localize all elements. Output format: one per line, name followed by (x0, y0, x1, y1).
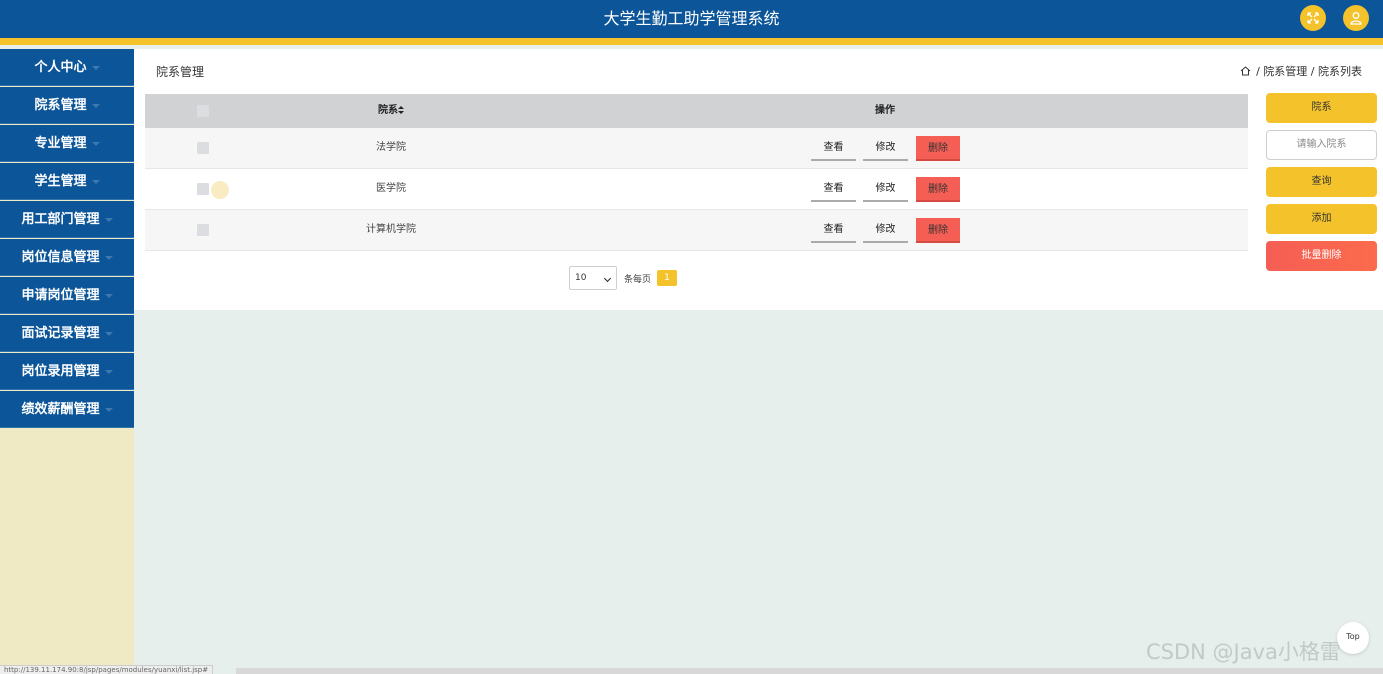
sidebar-item-label: 面试记录管理 (21, 326, 100, 341)
sidebar-item-label: 学生管理 (34, 174, 87, 189)
chevron-down-icon (91, 179, 100, 184)
sort-icon[interactable] (398, 106, 404, 114)
sidebar-item-majors[interactable]: 专业管理 (0, 125, 134, 162)
table-row: 法学院 查看 修改 删除 (145, 128, 1248, 169)
sidebar-item-label: 岗位录用管理 (21, 364, 100, 379)
breadcrumb-separator: / (1256, 65, 1260, 78)
department-cell: 法学院 (376, 142, 406, 153)
row-checkbox[interactable] (197, 142, 209, 154)
status-bar-url: http://139.11.174.90:8/jsp/pages/modules… (0, 665, 214, 674)
row-checkbox[interactable] (197, 224, 209, 236)
page-number-current[interactable]: 1 (657, 270, 677, 286)
chevron-down-icon (104, 331, 113, 336)
chevron-down-icon (104, 217, 113, 222)
edit-button[interactable]: 修改 (863, 218, 908, 243)
chevron-down-icon (603, 274, 612, 283)
delete-button[interactable]: 删除 (916, 218, 960, 243)
breadcrumb: / 院系管理 / 院系列表 (1240, 63, 1362, 79)
sidebar-item-label: 申请岗位管理 (21, 288, 100, 303)
horizontal-scrollbar[interactable] (236, 668, 1383, 674)
expand-icon (1307, 12, 1319, 24)
chevron-down-icon (91, 65, 100, 70)
column-header-actions: 操作 (875, 105, 895, 116)
sidebar-item-students[interactable]: 学生管理 (0, 163, 134, 200)
back-to-top-button[interactable]: Top (1337, 622, 1369, 654)
table-row: 计算机学院 查看 修改 删除 (145, 210, 1248, 251)
breadcrumb-separator: / (1310, 65, 1315, 78)
batch-delete-button[interactable]: 批量删除 (1266, 241, 1377, 271)
chevron-down-icon (104, 255, 113, 260)
view-button[interactable]: 查看 (811, 136, 856, 161)
sidebar-item-label: 绩效薪酬管理 (21, 402, 100, 417)
sidebar-item-label: 用工部门管理 (21, 212, 100, 227)
table-header: 院系 操作 (145, 94, 1248, 128)
view-button[interactable]: 查看 (811, 177, 856, 202)
chevron-down-icon (91, 141, 100, 146)
sidebar-item-label: 专业管理 (34, 136, 87, 151)
sidebar: 个人中心 院系管理 专业管理 学生管理 用工部门管理 岗位信息管理 申请岗位管理… (0, 49, 134, 674)
sidebar-item-job-hiring[interactable]: 岗位录用管理 (0, 353, 134, 390)
sidebar-item-label: 院系管理 (34, 98, 87, 113)
chevron-down-icon (104, 369, 113, 374)
header-accent-bar (0, 38, 1383, 45)
table-row: 医学院 查看 修改 删除 (145, 169, 1248, 210)
delete-button[interactable]: 删除 (916, 177, 960, 202)
search-field-label: 院系 (1266, 93, 1377, 123)
chevron-down-icon (91, 103, 100, 108)
edit-button[interactable]: 修改 (863, 177, 908, 202)
breadcrumb-item-department-list: 院系列表 (1318, 65, 1362, 78)
main-panel: 院系管理 / 院系管理 / 院系列表 院系 操作 法学院 查看 修改 删除 医学… (134, 49, 1383, 310)
page-size-select[interactable]: 10 (569, 266, 617, 290)
breadcrumb-item-departments[interactable]: 院系管理 (1263, 65, 1307, 78)
cursor-highlight (211, 181, 229, 199)
per-page-label: 条每页 (624, 275, 652, 285)
delete-button[interactable]: 删除 (916, 136, 960, 161)
row-checkbox[interactable] (197, 183, 209, 195)
sidebar-item-interview-records[interactable]: 面试记录管理 (0, 315, 134, 352)
department-cell: 计算机学院 (366, 224, 416, 235)
user-button[interactable] (1343, 5, 1369, 31)
sidebar-item-job-applications[interactable]: 申请岗位管理 (0, 277, 134, 314)
chevron-down-icon (104, 407, 113, 412)
page-title: 院系管理 (156, 65, 205, 79)
chevron-down-icon (104, 293, 113, 298)
sidebar-item-salary[interactable]: 绩效薪酬管理 (0, 391, 134, 428)
query-button[interactable]: 查询 (1266, 167, 1377, 197)
column-header-label: 院系 (378, 105, 398, 116)
select-all-checkbox[interactable] (197, 105, 209, 117)
department-search-input[interactable]: 请输入院系 (1266, 130, 1377, 160)
add-button[interactable]: 添加 (1266, 204, 1377, 234)
department-cell: 医学院 (376, 183, 406, 194)
app-title: 大学生勤工助学管理系统 (603, 9, 780, 28)
sidebar-item-profile[interactable]: 个人中心 (0, 49, 134, 86)
sidebar-item-departments[interactable]: 院系管理 (0, 87, 134, 124)
sidebar-item-label: 个人中心 (34, 60, 87, 75)
sidebar-item-employer-departments[interactable]: 用工部门管理 (0, 201, 134, 238)
user-icon (1350, 12, 1362, 25)
home-icon[interactable] (1240, 66, 1251, 76)
sidebar-item-label: 岗位信息管理 (21, 250, 100, 265)
column-header-department[interactable]: 院系 (378, 94, 404, 128)
edit-button[interactable]: 修改 (863, 136, 908, 161)
fullscreen-button[interactable] (1300, 5, 1326, 31)
view-button[interactable]: 查看 (811, 218, 856, 243)
sidebar-item-job-info[interactable]: 岗位信息管理 (0, 239, 134, 276)
watermark: CSDN @Java小格雷 (1146, 640, 1341, 664)
page-size-value: 10 (575, 273, 587, 283)
